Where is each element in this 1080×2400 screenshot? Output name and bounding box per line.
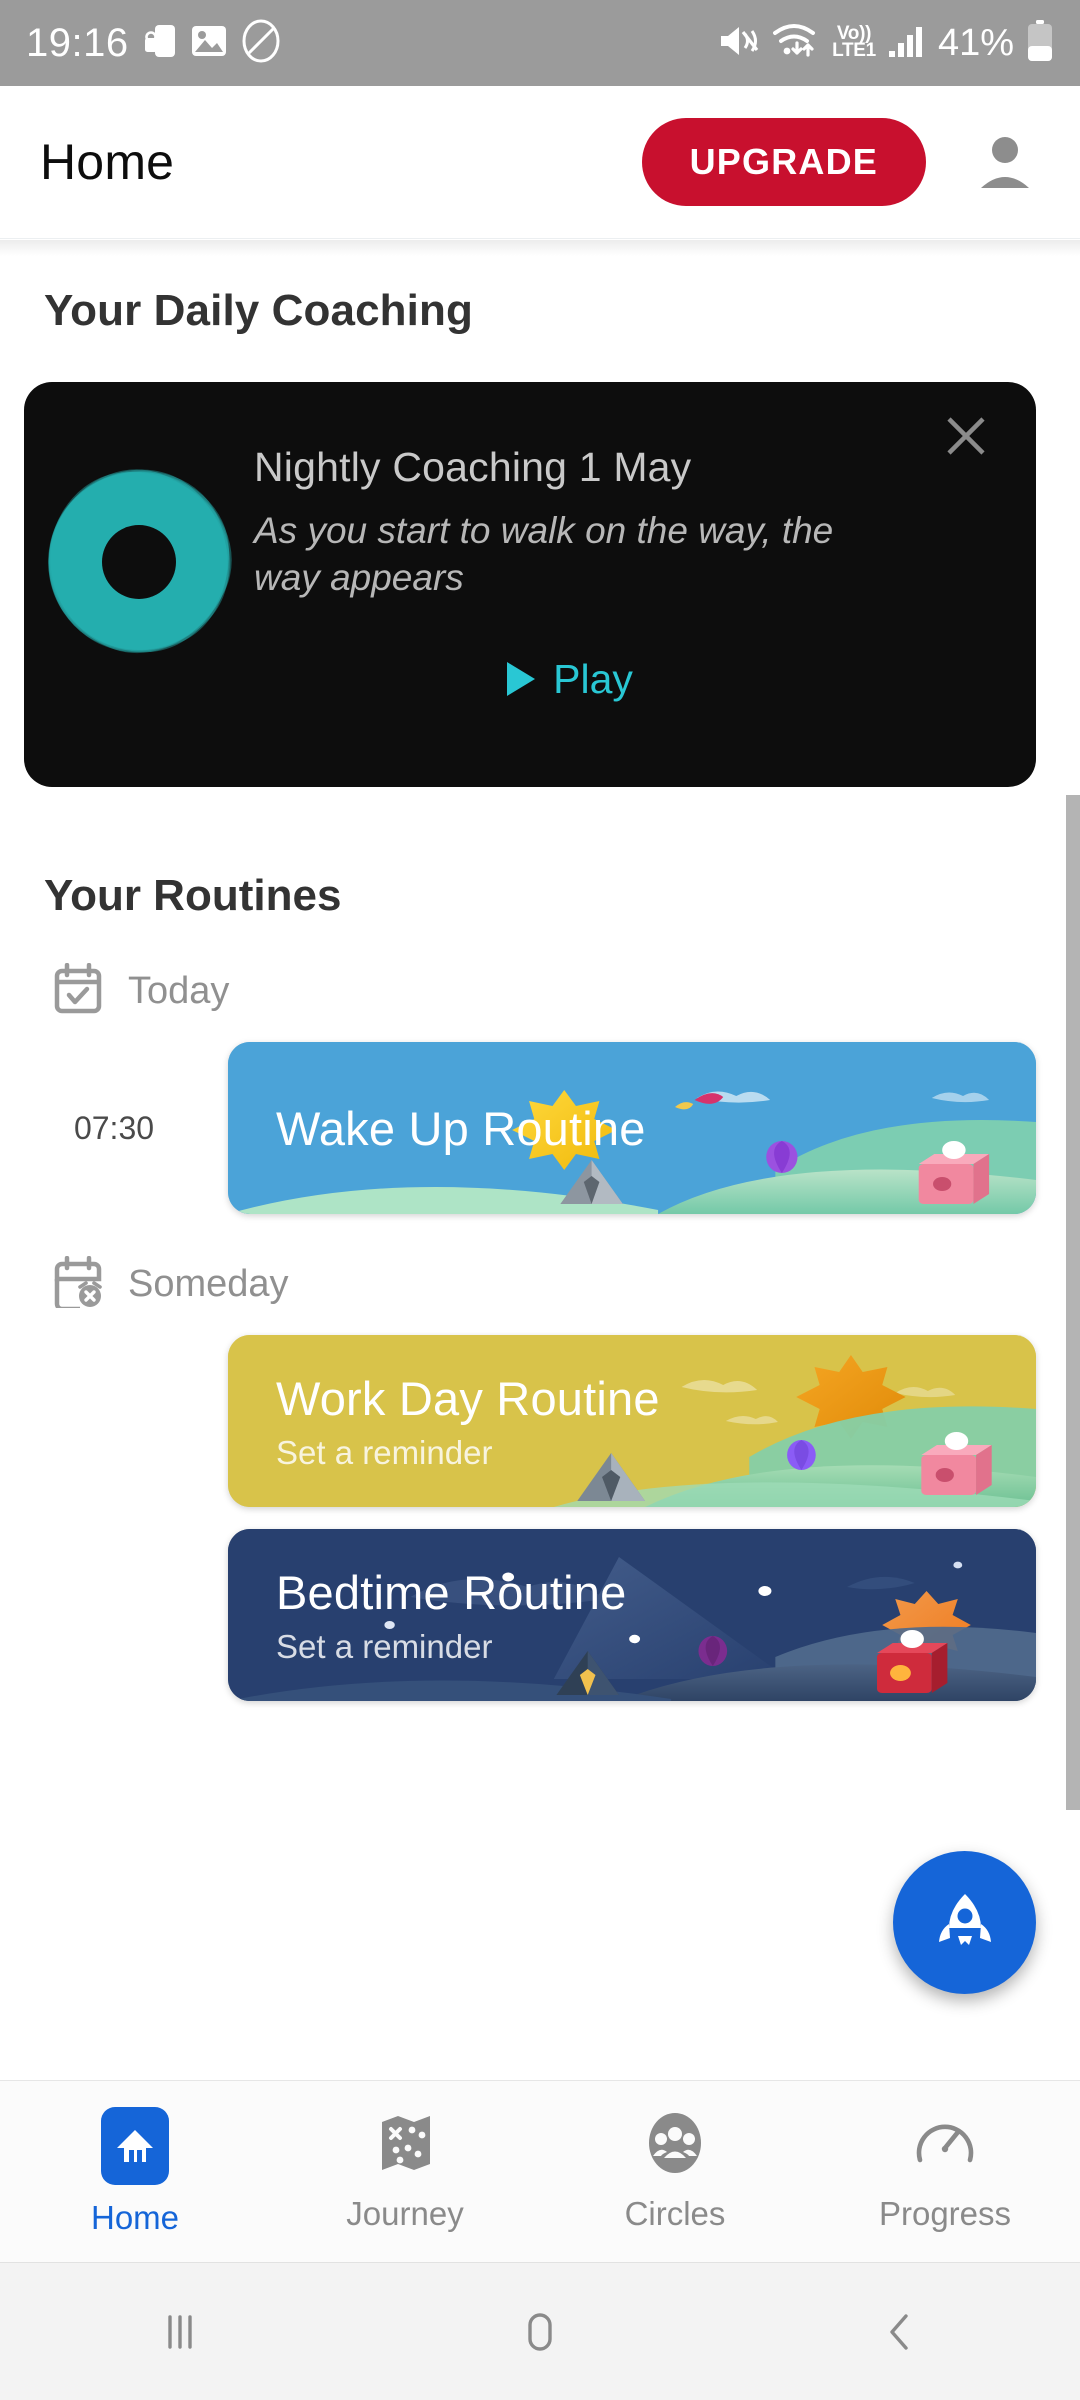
routine-title: Wake Up Routine: [276, 1101, 646, 1155]
home-icon: [101, 2106, 169, 2185]
volte-indicator: Vo)) LTE1: [832, 24, 876, 61]
create-routine-fab[interactable]: [893, 1851, 1036, 1994]
gauge-icon: [912, 2110, 978, 2181]
routine-group-header-today: Today: [0, 921, 1080, 1020]
signal-bars-icon: [888, 24, 926, 63]
main-scroll-area[interactable]: Your Daily Coaching Nightly Coaching 1 M…: [0, 240, 1080, 2080]
routine-card-wake-up[interactable]: Wake Up Routine: [228, 1042, 1036, 1214]
routine-card-work-day[interactable]: Work Day Routine Set a reminder: [228, 1335, 1036, 1507]
nav-item-progress[interactable]: Progress: [810, 2110, 1080, 2233]
routine-subtitle: Set a reminder: [276, 1627, 493, 1665]
appbar-shadow: [0, 240, 1080, 256]
coaching-card-body: Nightly Coaching 1 May As you start to w…: [254, 410, 1036, 787]
coaching-thumbnail: [11, 410, 267, 787]
routine-title: Bedtime Routine: [276, 1565, 627, 1619]
battery-percent-label: 41%: [937, 21, 1014, 64]
volte-tech-label: LTE1: [832, 40, 876, 61]
vertical-scrollbar[interactable]: [1066, 795, 1080, 1810]
status-bar-left: 19:16: [26, 19, 281, 68]
recents-button[interactable]: [0, 2305, 360, 2359]
bottom-navigation-bar: Home Journey Circles Progress: [0, 2080, 1080, 2262]
lock-phone-icon: [143, 22, 177, 65]
profile-avatar-button[interactable]: [970, 127, 1040, 197]
routine-title: Work Day Routine: [276, 1371, 660, 1425]
phone-screen: 19:16 Vo)) LTE1 41% Home UPGRADE Your Da…: [0, 0, 1080, 2400]
upgrade-button[interactable]: UPGRADE: [641, 118, 926, 206]
android-system-nav-bar: [0, 2262, 1080, 2400]
routine-card-bedtime[interactable]: Bedtime Routine Set a reminder: [228, 1529, 1036, 1701]
home-pill-icon: [528, 2312, 552, 2351]
nav-item-home[interactable]: Home: [0, 2106, 270, 2237]
status-clock: 19:16: [26, 21, 129, 65]
routine-subtitle: Set a reminder: [276, 1433, 493, 1471]
calendar-check-icon: [52, 962, 104, 1020]
mute-icon: [718, 23, 760, 64]
app-bar: Home UPGRADE: [0, 86, 1080, 239]
close-coaching-card-button[interactable]: [938, 408, 994, 464]
nav-label-progress: Progress: [878, 2195, 1012, 2232]
back-chevron-icon: [890, 2313, 908, 2350]
status-bar: 19:16 Vo)) LTE1 41%: [0, 0, 1080, 86]
image-icon: [191, 24, 227, 63]
nav-label-circles: Circles: [624, 2195, 726, 2232]
status-bar-right: Vo)) LTE1 41%: [718, 19, 1054, 67]
map-icon: [372, 2110, 438, 2181]
no-sim-circle-slash-icon: [241, 19, 281, 68]
page-title: Home: [40, 134, 175, 190]
nightly-coaching-card[interactable]: Nightly Coaching 1 May As you start to w…: [11, 382, 1036, 787]
routine-group-label: Today: [128, 970, 230, 1012]
coaching-card-title: Nightly Coaching 1 May: [254, 444, 692, 490]
routine-row: 07:30 Wake Up Routine: [0, 1042, 1080, 1214]
teal-donut-icon: [11, 434, 267, 690]
nav-label-journey: Journey: [346, 2195, 464, 2232]
coaching-card-subtitle: As you start to walk on the way, the way…: [254, 510, 834, 599]
routine-time-label: 07:30: [73, 1109, 155, 1146]
routine-row: Work Day Routine Set a reminder: [0, 1335, 1080, 1507]
back-button[interactable]: [720, 2305, 1080, 2359]
wifi-icon: [772, 21, 820, 66]
routine-group-header-someday: Someday: [0, 1214, 1080, 1313]
routines-section-title: Your Routines: [44, 871, 342, 920]
recents-icon: [168, 2314, 192, 2349]
nav-item-journey[interactable]: Journey: [270, 2110, 540, 2233]
calendar-alarm-off-icon: [52, 1255, 104, 1313]
routine-row: Bedtime Routine Set a reminder: [0, 1529, 1080, 1701]
nav-label-home: Home: [90, 2198, 180, 2236]
person-icon: [981, 137, 1029, 188]
play-button[interactable]: Play: [254, 656, 886, 703]
home-button[interactable]: [360, 2305, 720, 2359]
play-label: Play: [553, 655, 633, 702]
battery-icon: [1026, 19, 1054, 67]
nav-item-circles[interactable]: Circles: [540, 2110, 810, 2233]
routine-group-label: Someday: [128, 1263, 289, 1305]
play-triangle-icon: [507, 662, 536, 697]
people-group-icon: [642, 2110, 708, 2181]
rocket-icon: [938, 1893, 991, 1945]
close-icon: [947, 417, 985, 455]
